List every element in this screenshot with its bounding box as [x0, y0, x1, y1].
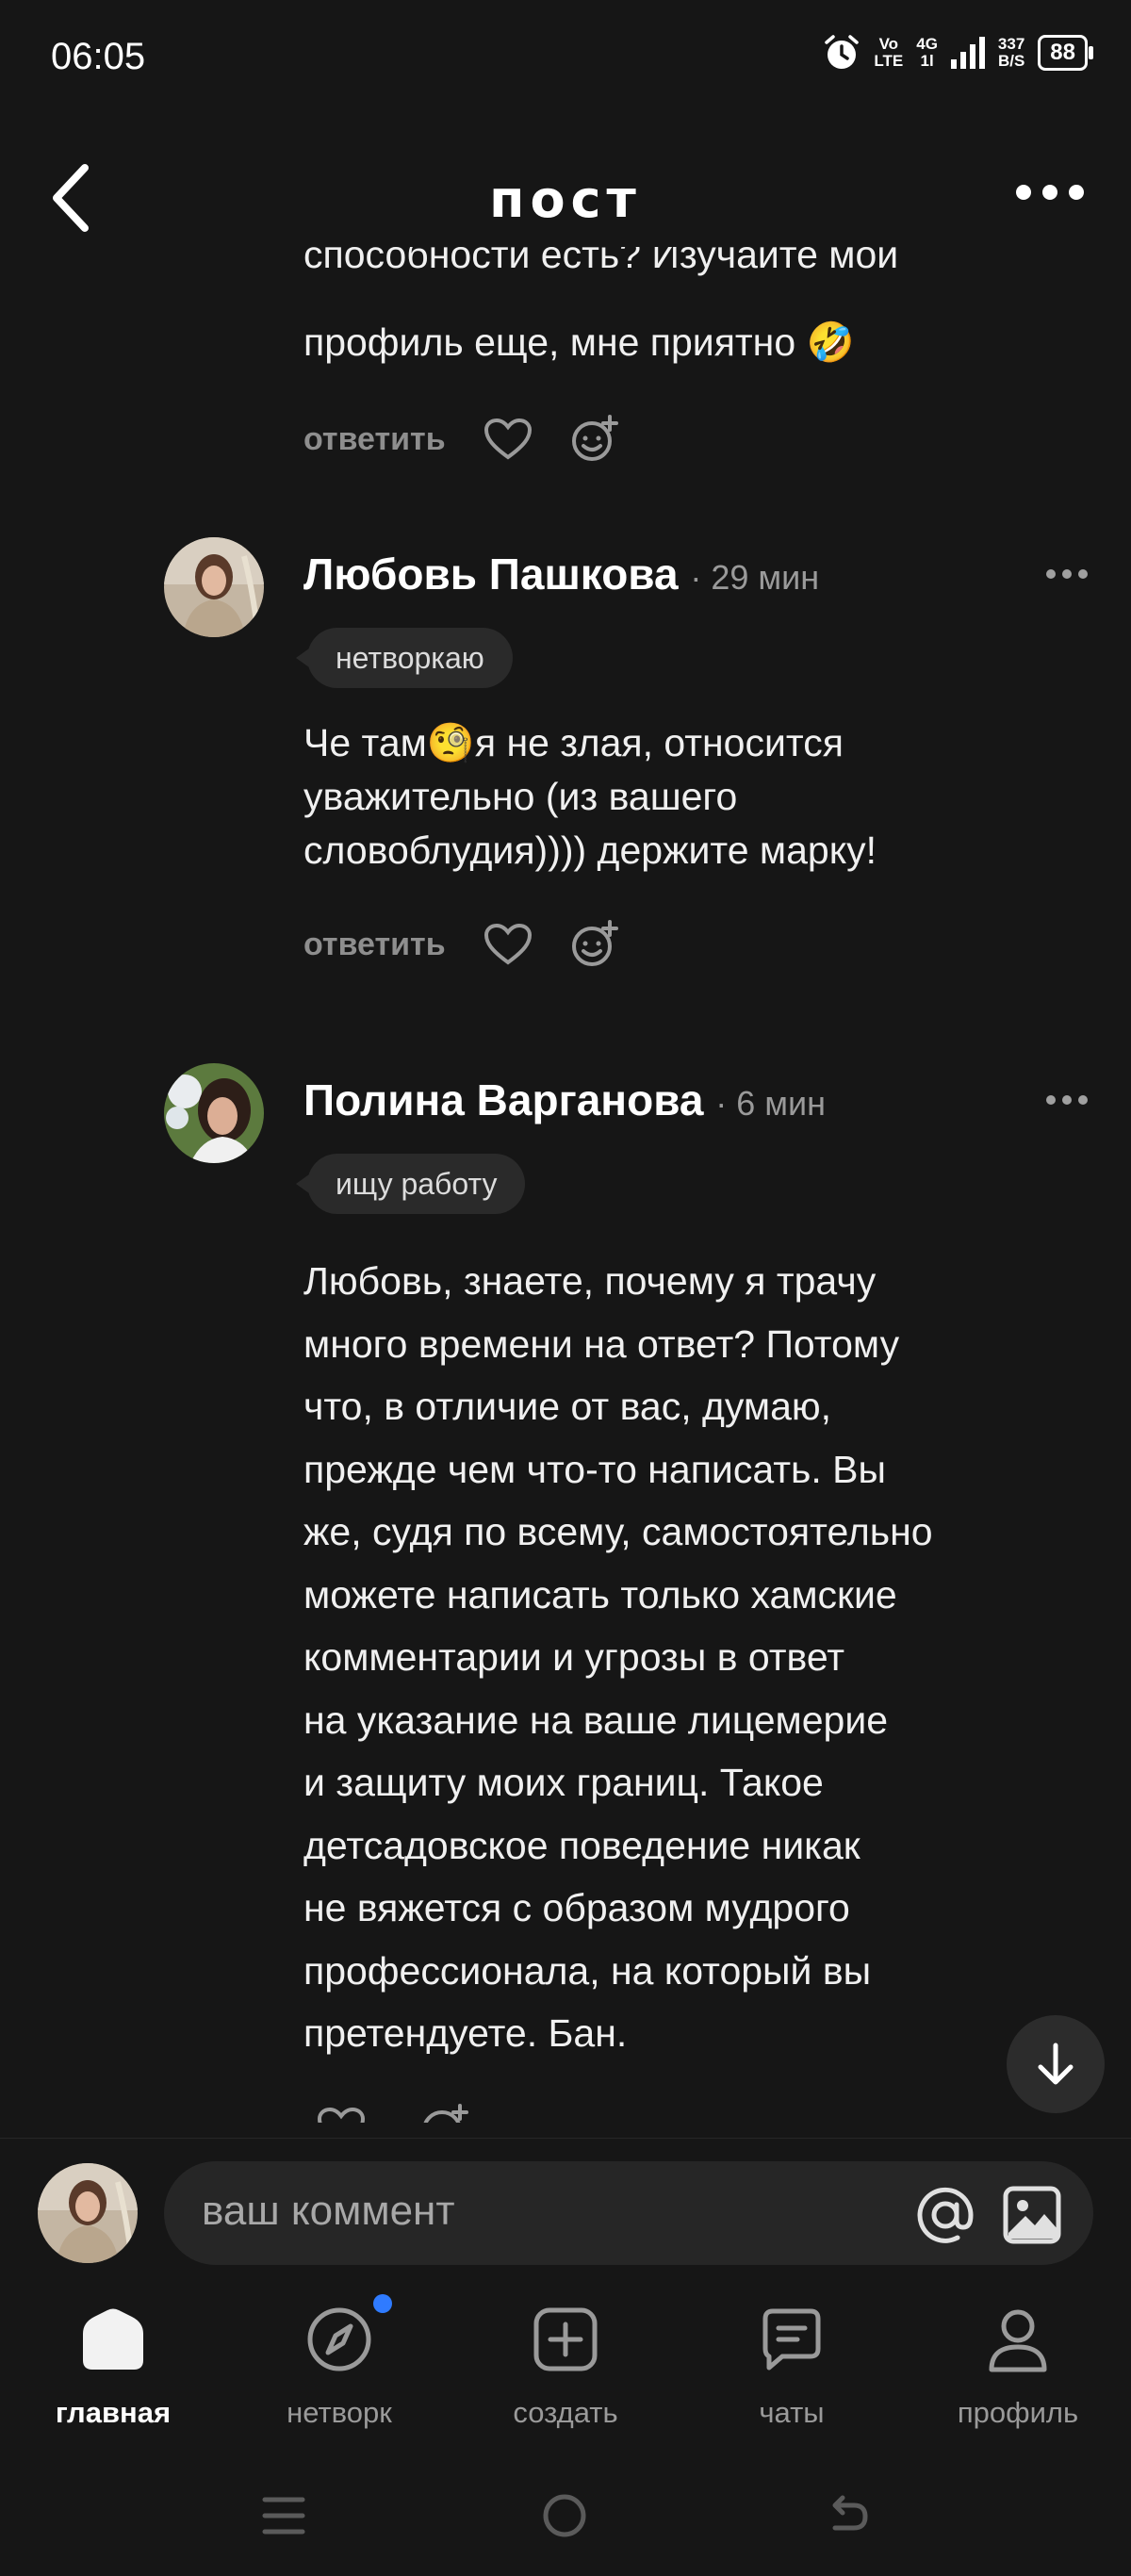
comment-more-button[interactable] [1046, 1095, 1088, 1105]
heart-icon[interactable] [484, 418, 533, 461]
status-icons: Vo LTE 4G 1l 337 B/S 88 [823, 34, 1093, 72]
my-avatar[interactable] [38, 2163, 138, 2263]
comment-composer: ваш коммент [0, 2138, 1131, 2280]
comment-author[interactable]: Полина Варганова · 6 мин [303, 1075, 826, 1125]
nav-chats[interactable]: чаты [697, 2302, 886, 2430]
status-time: 06:05 [51, 36, 146, 77]
dot-icon [1062, 569, 1072, 579]
dot-icon [1062, 1095, 1072, 1105]
reply-button[interactable]: ответить [303, 421, 446, 458]
volte-indicator: Vo LTE [874, 35, 904, 70]
nav-home[interactable]: главная [19, 2302, 207, 2430]
comment-actions: ответить [303, 415, 1086, 464]
dot-icon [1046, 1095, 1056, 1105]
dot-icon [1069, 185, 1084, 200]
nav-profile[interactable]: профиль [924, 2302, 1112, 2430]
comment-text: Любовь, знаете, почему я трачу много вре… [303, 1259, 933, 2055]
comment-more-button[interactable] [1046, 569, 1088, 579]
avatar[interactable] [164, 1063, 264, 1163]
more-options-button[interactable] [1016, 185, 1084, 200]
menu-icon[interactable] [260, 2492, 307, 2539]
dot-icon [1078, 569, 1088, 579]
add-reaction-icon[interactable] [420, 2104, 469, 2123]
image-attach-icon[interactable] [1001, 2184, 1063, 2246]
notification-dot [373, 2294, 392, 2313]
alarm-icon [825, 35, 860, 69]
compass-icon [307, 2307, 371, 2371]
comment-input[interactable]: ваш коммент [164, 2161, 1093, 2265]
comment-author[interactable]: Любовь Пашкова · 29 мин [303, 549, 819, 599]
chat-icon [762, 2308, 821, 2371]
comment-text: Че там🧐я не злая, относится уважительно … [303, 721, 877, 872]
dot-icon [1042, 185, 1057, 200]
dot-icon [1016, 185, 1031, 200]
reply-button[interactable]: ответить [303, 927, 446, 963]
avatar[interactable] [164, 537, 264, 637]
comment-placeholder: ваш коммент [202, 2188, 455, 2234]
heart-icon[interactable] [484, 923, 533, 966]
battery-indicator: 88 [1038, 35, 1093, 71]
status-tag: нетворкаю [296, 628, 513, 688]
arrow-down-icon [1038, 2043, 1074, 2085]
status-bar: 06:05 Vo LTE 4G 1l 337 B/S 88 [0, 0, 1131, 113]
network-type: 4G 1l [916, 35, 938, 70]
comment-time: · 29 мин [690, 558, 820, 597]
signal-icon [950, 37, 985, 69]
add-reaction-icon[interactable] [570, 415, 619, 464]
comment-actions: ответить [303, 920, 1086, 969]
comment-text-line: способности есть? Изучайте мой [303, 247, 899, 276]
home-circle-icon[interactable] [541, 2492, 588, 2539]
system-navigation [0, 2451, 1131, 2576]
dot-icon [1078, 1095, 1088, 1105]
network-speed: 337 B/S [997, 35, 1025, 70]
heart-icon[interactable] [317, 2107, 366, 2123]
plus-square-icon [533, 2307, 598, 2371]
status-tag: ищу работу [295, 1154, 526, 1214]
user-icon [989, 2309, 1047, 2372]
comment-actions [317, 2104, 1099, 2123]
nav-network[interactable]: нетворк [245, 2294, 434, 2430]
comment-text-line: профиль еще, мне приятно 🤣 [303, 320, 855, 364]
home-icon [83, 2308, 143, 2370]
scroll-down-button[interactable] [1007, 2015, 1105, 2113]
back-icon[interactable] [824, 2492, 871, 2539]
dot-icon [1046, 569, 1056, 579]
add-reaction-icon[interactable] [570, 920, 619, 969]
page-title: пост [489, 170, 642, 229]
mention-icon[interactable] [914, 2184, 976, 2246]
bottom-navigation: главная нетворк создать чаты профиль [0, 2281, 1131, 2451]
nav-create[interactable]: создать [471, 2302, 660, 2430]
comments-feed[interactable]: способности есть? Изучайте мой профиль е… [0, 247, 1131, 2123]
post-header: пост [0, 141, 1131, 254]
comment-time: · 6 мин [715, 1084, 826, 1123]
